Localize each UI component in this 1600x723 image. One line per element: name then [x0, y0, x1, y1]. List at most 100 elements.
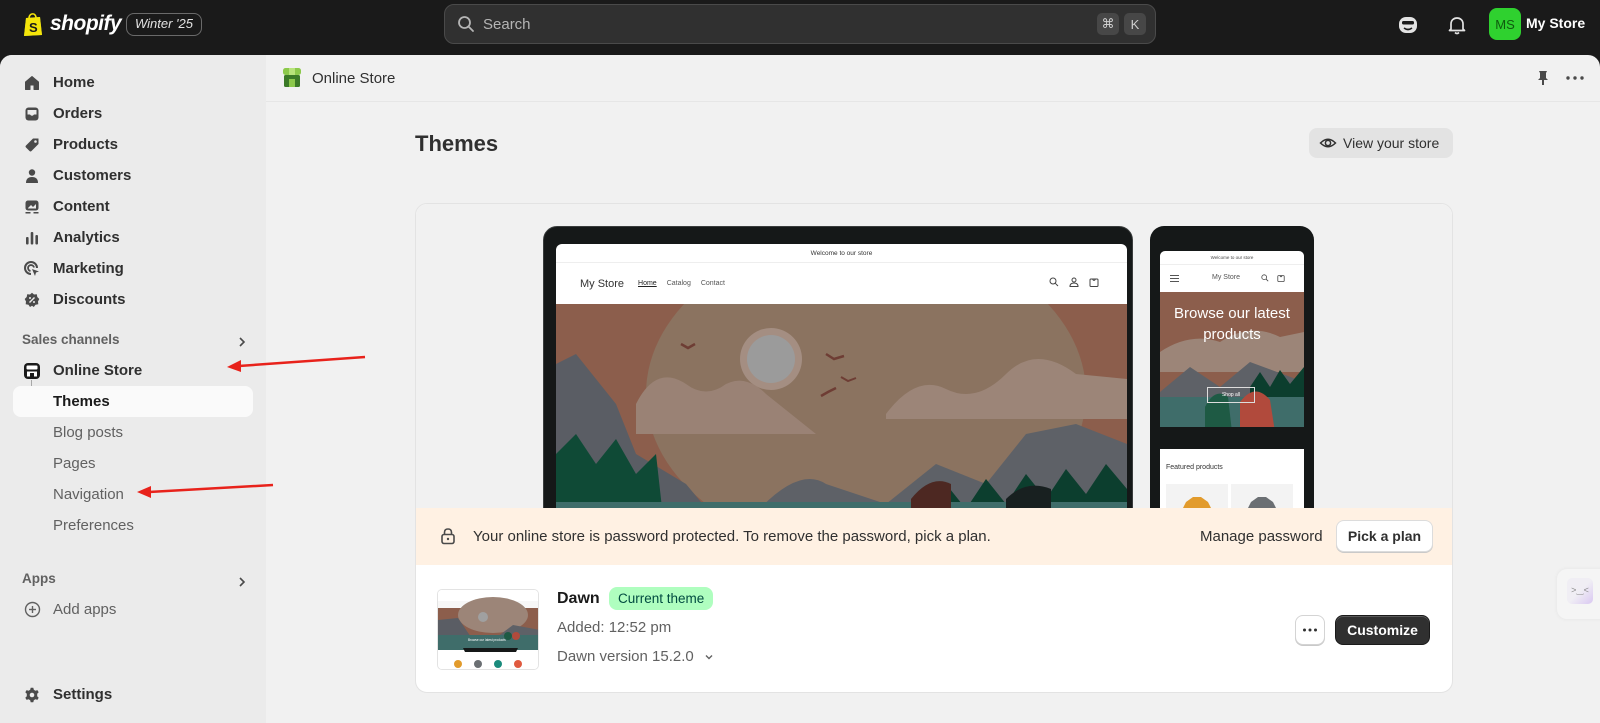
store-name[interactable]: My Store [1526, 15, 1585, 31]
customize-button[interactable]: Customize [1335, 615, 1430, 645]
sidebar-item-customers[interactable]: Customers [13, 160, 253, 191]
sidebar-item-themes[interactable]: Themes [13, 386, 253, 417]
theme-thumbnail[interactable]: Browse our latest products [437, 589, 539, 670]
target-icon [23, 260, 41, 278]
manage-password-link[interactable]: Manage password [1200, 528, 1323, 545]
sidebar-item-label: Content [53, 198, 110, 215]
eye-icon [1319, 138, 1337, 148]
sidebar-item-settings[interactable]: Settings [13, 679, 253, 710]
sidebar-item-home[interactable]: Home [13, 67, 253, 98]
sidebar-item-label: Analytics [53, 229, 120, 246]
bar-chart-icon [23, 229, 41, 247]
sidebar: Home Orders Products Customers Content A… [0, 55, 266, 723]
view-store-label: View your store [1343, 135, 1440, 151]
home-icon [23, 74, 41, 92]
pin-icon[interactable] [1534, 69, 1552, 87]
sidekick-face-icon: >‿< [1567, 578, 1593, 604]
preview-nav-link: Home [638, 280, 657, 287]
preview-account-icon [1069, 277, 1079, 287]
password-protection-banner: Your online store is password protected.… [416, 508, 1452, 565]
sidebar-item-label: Orders [53, 105, 103, 122]
mobile-preview-screen: Welcome to our store My Store Browse our… [1160, 251, 1304, 508]
shortcut-key-cmd: ⌘ [1097, 13, 1119, 35]
mobile-announcement: Welcome to our store [1160, 251, 1304, 265]
shortcut-key-k: K [1124, 13, 1146, 35]
mobile-search-icon [1261, 274, 1269, 282]
mobile-store-name: My Store [1212, 274, 1241, 281]
sidebar-item-label: Settings [53, 686, 113, 703]
mobile-preview: Welcome to our store My Store Browse our… [1150, 226, 1314, 508]
theme-actions-button[interactable] [1295, 615, 1325, 645]
mobile-cart-icon [1277, 275, 1285, 282]
shopify-bag-icon: S [24, 13, 42, 36]
pick-plan-button[interactable]: Pick a plan [1336, 520, 1433, 552]
image-icon [23, 198, 41, 216]
mobile-shop-all-button: Shop all [1207, 387, 1255, 403]
chevron-down-icon [705, 654, 713, 659]
desktop-preview-screen: Welcome to our store My Store Home Catal… [556, 244, 1127, 508]
sidebar-item-add-apps[interactable]: Add apps [13, 594, 253, 625]
theme-name: Dawn [557, 590, 600, 607]
apps-heading[interactable]: Apps [22, 571, 56, 586]
more-horizontal-icon[interactable] [1564, 69, 1586, 87]
section-header: Online Store [266, 55, 1600, 102]
search-icon [458, 16, 474, 32]
mobile-nav: My Store [1160, 265, 1304, 292]
hamburger-menu-icon [1170, 275, 1179, 282]
sidebar-item-label: Pages [53, 455, 96, 472]
svg-text:Browse our latest products: Browse our latest products [468, 638, 506, 642]
preview-store-name: My Store [580, 277, 625, 290]
admin-frame: Home Orders Products Customers Content A… [0, 55, 1600, 723]
avatar[interactable]: MS [1489, 8, 1521, 40]
bell-icon[interactable] [1446, 14, 1468, 36]
page-title: Themes [415, 131, 499, 156]
sales-channels-heading[interactable]: Sales channels [22, 332, 120, 347]
view-store-button[interactable]: View your store [1309, 128, 1453, 158]
preview-store-nav: My Store Home Catalog Contact [556, 263, 1127, 304]
product-card [1166, 484, 1228, 508]
theme-preview[interactable]: Welcome to our store My Store Home Catal… [416, 204, 1452, 508]
person-icon [23, 167, 41, 185]
theme-added-time: Added: 12:52 pm [557, 619, 672, 636]
sidebar-item-discounts[interactable]: Discounts [13, 284, 253, 315]
sidebar-item-label: Navigation [53, 486, 124, 503]
search-bar[interactable]: Search ⌘ K [444, 4, 1156, 44]
sidebar-item-content[interactable]: Content [13, 191, 253, 222]
edition-badge[interactable]: Winter '25 [126, 13, 202, 36]
preview-nav-link: Catalog [666, 280, 691, 287]
sidebar-item-label: Home [53, 74, 95, 91]
sidekick-launcher[interactable]: >‿< [1557, 569, 1600, 619]
sidebar-item-pages[interactable]: Pages [13, 448, 253, 479]
sidebar-item-label: Preferences [53, 517, 134, 534]
preview-nav-link: Contact [700, 280, 725, 287]
svg-text:S: S [29, 20, 38, 35]
chevron-right-icon[interactable] [236, 576, 248, 588]
more-horizontal-icon [1303, 628, 1317, 632]
inbox-icon [23, 105, 41, 123]
sidebar-item-analytics[interactable]: Analytics [13, 222, 253, 253]
preview-announcement: Welcome to our store [556, 244, 1127, 263]
top-bar: S shopify Winter '25 Search ⌘ K MS My St… [0, 0, 1600, 55]
sidebar-item-products[interactable]: Products [13, 129, 253, 160]
sidebar-item-label: Discounts [53, 291, 126, 308]
preview-search-icon [1049, 277, 1059, 287]
sidebar-item-online-store[interactable]: Online Store [13, 355, 253, 386]
sidebar-item-label: Themes [53, 393, 110, 410]
current-theme-card: Welcome to our store My Store Home Catal… [415, 203, 1453, 693]
shopify-logo[interactable]: S shopify [22, 11, 122, 37]
discount-icon [23, 291, 41, 309]
sidebar-item-label: Online Store [53, 362, 143, 379]
chevron-right-icon[interactable] [236, 336, 248, 348]
product-card [1231, 484, 1293, 508]
sidebar-item-navigation[interactable]: Navigation [13, 479, 253, 510]
search-input[interactable]: Search [483, 16, 1097, 33]
sidekick-face-icon[interactable] [1397, 14, 1419, 36]
tag-icon [23, 136, 41, 154]
current-theme-badge: Current theme [609, 587, 714, 610]
sidebar-item-preferences[interactable]: Preferences [13, 510, 253, 541]
banner-message: Your online store is password protected.… [473, 528, 991, 545]
sidebar-item-marketing[interactable]: Marketing [13, 253, 253, 284]
sidebar-item-orders[interactable]: Orders [13, 98, 253, 129]
sidebar-item-blog-posts[interactable]: Blog posts [13, 417, 253, 448]
theme-version-dropdown[interactable]: Dawn version 15.2.0 [557, 648, 714, 665]
